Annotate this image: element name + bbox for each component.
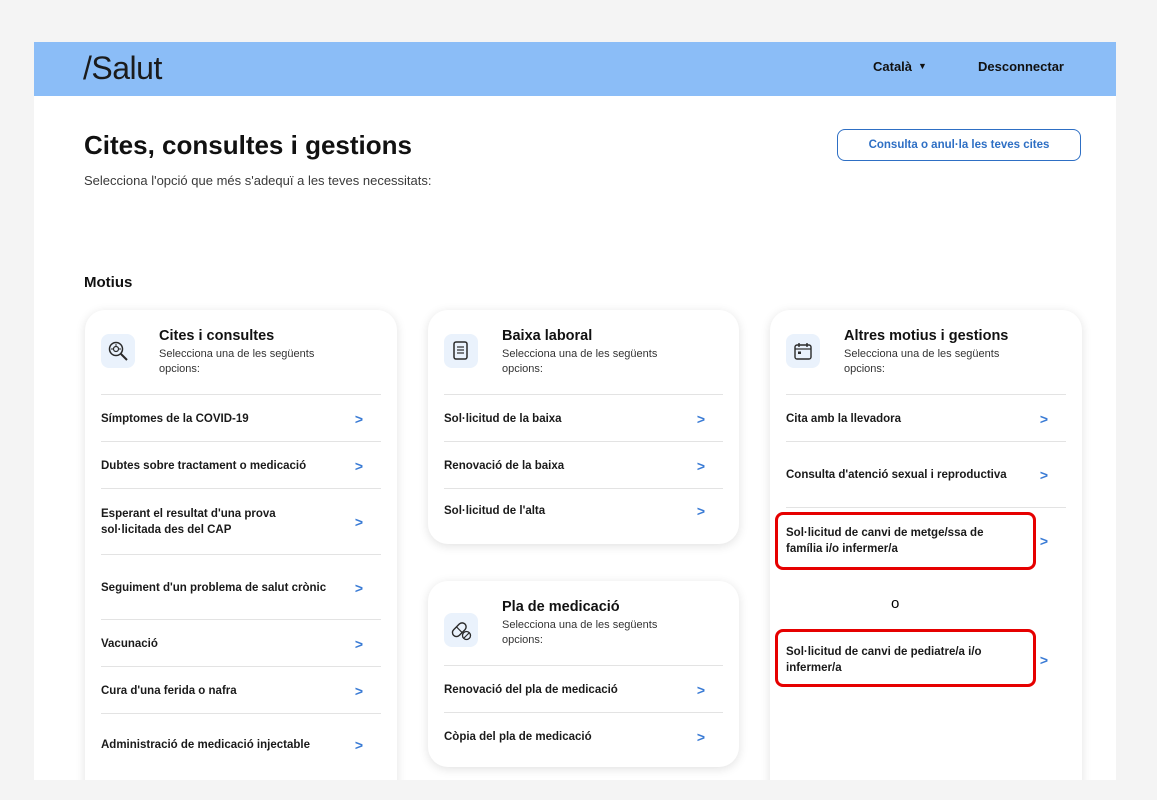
option-vaccination[interactable]: Vacunació > (101, 619, 381, 667)
card-description: Selecciona una de les següents opcions: (502, 619, 658, 646)
card-header: Pla de medicació Selecciona una de les s… (444, 599, 723, 665)
chevron-right-icon: > (354, 682, 363, 699)
chevron-right-icon: > (696, 503, 705, 519)
chevron-right-icon: > (696, 457, 705, 474)
page-frame: /Salut Català ▼ Desconnectar Cites, consu… (34, 42, 1116, 780)
chevron-right-icon: > (696, 681, 705, 698)
calendar-icon (786, 334, 820, 368)
option-label: Administració de medicació injectable (101, 739, 310, 751)
chevron-right-icon: > (354, 635, 363, 652)
option-request-discharge[interactable]: Sol·licitud de l'alta > (444, 488, 723, 536)
option-sexual-health[interactable]: Consulta d'atenció sexual i reproductiva… (786, 441, 1066, 508)
option-label: Esperant el resultat d'una prova sol·lic… (101, 508, 276, 536)
option-wound-care[interactable]: Cura d'una ferida o nafra > (101, 666, 381, 714)
option-label: Cura d'una ferida o nafra (101, 684, 237, 697)
top-navbar: /Salut Català ▼ Desconnectar (34, 42, 1116, 96)
option-treatment-doubts[interactable]: Dubtes sobre tractament o medicació > (101, 441, 381, 489)
option-label: Vacunació (101, 637, 158, 650)
option-request-leave[interactable]: Sol·licitud de la baixa > (444, 394, 723, 442)
option-injectable-medication[interactable]: Administració de medicació injectable > (101, 713, 381, 776)
option-change-family-doctor[interactable]: Sol·licitud de canvi de metge/ssa de fam… (786, 507, 1066, 574)
option-copy-medication-plan[interactable]: Còpia del pla de medicació > (444, 712, 723, 760)
card-title: Baixa laboral (502, 328, 593, 344)
option-change-pediatrician[interactable]: Sol·licitud de canvi de pediatre/a i/o i… (786, 627, 1066, 693)
option-label: Cita amb la llevadora (786, 412, 902, 425)
card-baixa-laboral: Baixa laboral Selecciona una de les segü… (428, 310, 739, 544)
chevron-right-icon: > (1039, 652, 1048, 668)
section-title-motius: Motius (84, 274, 133, 291)
card-header: Altres motius i gestions Selecciona una … (786, 328, 1066, 394)
option-label: Símptomes de la COVID-19 (101, 412, 249, 425)
search-virus-icon (101, 334, 135, 368)
card-description: Selecciona una de les següents opcions: (159, 348, 315, 375)
salut-logo[interactable]: /Salut (83, 50, 162, 87)
language-label: Català (873, 59, 913, 74)
chevron-right-icon: > (354, 737, 363, 753)
option-renew-leave[interactable]: Renovació de la baixa > (444, 441, 723, 489)
option-label: Sol·licitud de l'alta (444, 505, 546, 517)
option-awaiting-test-result[interactable]: Esperant el resultat d'una prova sol·lic… (101, 488, 381, 555)
card-title: Cites i consultes (159, 328, 275, 344)
page-subtitle: Selecciona l'opció que més s'adequï a le… (84, 173, 432, 188)
view-appointments-button[interactable]: Consulta o anul·la les teves cites (837, 129, 1081, 161)
chevron-right-icon: > (696, 410, 705, 427)
card-cites-consultes: Cites i consultes Selecciona una de les … (85, 310, 397, 780)
document-icon (444, 334, 478, 368)
option-label: Sol·licitud de la baixa (444, 412, 562, 425)
card-altres-motius: Altres motius i gestions Selecciona una … (770, 310, 1082, 780)
chevron-right-icon: > (354, 457, 363, 474)
card-description: Selecciona una de les següents opcions: (502, 348, 658, 375)
chevron-right-icon: > (354, 579, 363, 596)
card-description: Selecciona una de les següents opcions: (844, 348, 1000, 375)
option-label: Sol·licitud de canvi de pediatre/a i/o i… (786, 646, 982, 674)
option-renew-medication-plan[interactable]: Renovació del pla de medicació > (444, 665, 723, 713)
chevron-right-icon: > (1039, 533, 1048, 549)
option-covid-symptoms[interactable]: Símptomes de la COVID-19 > (101, 394, 381, 442)
card-pla-medicacio: Pla de medicació Selecciona una de les s… (428, 581, 739, 767)
chevron-right-icon: > (354, 514, 363, 530)
language-selector[interactable]: Català ▼ (873, 59, 927, 74)
card-title: Pla de medicació (502, 599, 620, 615)
chevron-right-icon: > (1039, 467, 1048, 483)
chevron-right-icon: > (1039, 410, 1048, 427)
caret-down-icon: ▼ (918, 61, 927, 71)
option-label: Renovació del pla de medicació (444, 683, 618, 696)
logout-link[interactable]: Desconnectar (978, 59, 1064, 74)
option-chronic-followup[interactable]: Seguiment d'un problema de salut crònic … (101, 554, 381, 620)
pill-icon (444, 613, 478, 647)
option-label: Dubtes sobre tractament o medicació (101, 459, 307, 472)
or-annotation: o (891, 595, 900, 612)
option-label: Consulta d'atenció sexual i reproductiva (786, 469, 1007, 481)
card-header: Baixa laboral Selecciona una de les segü… (444, 328, 723, 394)
chevron-right-icon: > (354, 410, 363, 427)
option-midwife-appointment[interactable]: Cita amb la llevadora > (786, 394, 1066, 442)
page-title: Cites, consultes i gestions (84, 130, 412, 160)
card-title: Altres motius i gestions (844, 328, 1009, 344)
card-header: Cites i consultes Selecciona una de les … (101, 328, 381, 394)
option-label: Còpia del pla de medicació (444, 730, 592, 743)
chevron-right-icon: > (696, 728, 705, 745)
option-label: Sol·licitud de canvi de metge/ssa de fam… (786, 527, 984, 555)
option-label: Renovació de la baixa (444, 459, 565, 472)
option-label: Seguiment d'un problema de salut crònic (101, 581, 327, 594)
